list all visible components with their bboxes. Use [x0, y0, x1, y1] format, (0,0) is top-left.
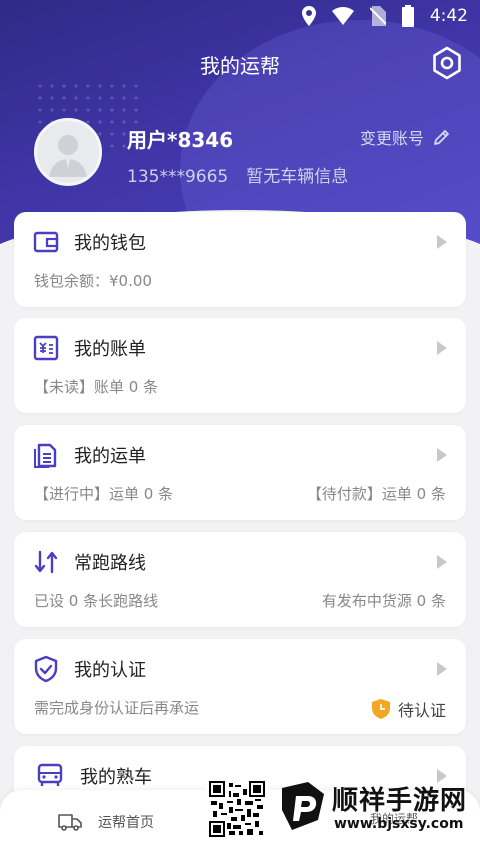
qr-code	[206, 778, 268, 840]
change-account-button[interactable]: 变更账号	[360, 125, 452, 149]
page-title: 我的运帮	[200, 54, 280, 78]
card-title: 我的熟车	[80, 767, 152, 788]
card-title: 我的钱包	[74, 233, 146, 254]
user-info: 135***9665 暂无车辆信息	[127, 162, 348, 187]
chevron-right-icon	[437, 341, 447, 355]
certification-status-label: 待认证	[397, 701, 446, 720]
chevron-right-icon	[437, 555, 447, 569]
card-certification[interactable]: 我的认证 需完成身份认证后再承运 待认证	[14, 639, 466, 734]
wifi-icon	[331, 7, 354, 25]
card-waybills[interactable]: 我的运单 【进行中】运单 0 条 【待付款】运单 0 条	[14, 425, 466, 520]
change-account-label: 变更账号	[359, 129, 424, 148]
truck-icon	[37, 763, 63, 786]
waybills-pending-payment[interactable]: 【待付款】运单 0 条	[307, 483, 446, 504]
nav-home-label: 运帮首页	[98, 815, 154, 831]
bill-icon	[33, 335, 59, 361]
certification-hint: 需完成身份认证后再承运	[34, 699, 200, 717]
watermark-logo-icon	[282, 782, 324, 830]
card-routes[interactable]: 常跑路线 已设 0 条长跑路线 有发布中货源 0 条	[14, 532, 466, 627]
card-wallet[interactable]: 我的钱包 钱包余额：¥0.00	[14, 212, 466, 307]
gear-icon[interactable]	[430, 46, 464, 80]
avatar[interactable]	[34, 118, 102, 186]
status-bar: 4:42	[0, 0, 480, 32]
card-title: 常跑路线	[74, 553, 146, 574]
card-bills[interactable]: 我的账单 【未读】账单 0 条	[14, 318, 466, 413]
watermark-title: 顺祥手游网	[332, 786, 468, 816]
route-icon	[34, 550, 58, 574]
chevron-right-icon	[437, 662, 447, 676]
watermark: 顺祥手游网 www.bjsxsy.com	[206, 776, 476, 842]
chevron-right-icon	[437, 448, 447, 462]
battery-icon	[401, 5, 414, 27]
certification-status: 待认证	[371, 697, 446, 721]
wallet-balance: 钱包余额：¥0.00	[34, 272, 152, 290]
wallet-icon	[33, 231, 59, 253]
status-time: 4:42	[429, 6, 468, 26]
nav-home[interactable]: 运帮首页	[58, 812, 154, 832]
location-icon	[301, 6, 316, 26]
shield-check-icon	[34, 655, 58, 683]
no-sim-icon	[369, 6, 386, 26]
pencil-icon	[434, 130, 449, 145]
long-routes-count: 已设 0 条长跑路线	[34, 592, 159, 610]
card-title: 我的运单	[74, 446, 146, 467]
card-title: 我的账单	[74, 339, 146, 360]
user-name: 用户*8346	[127, 128, 234, 152]
phone-number: 135***9665	[127, 167, 229, 187]
card-title: 我的认证	[74, 660, 146, 681]
published-cargo-count: 有发布中货源 0 条	[321, 592, 446, 610]
waybills-in-progress[interactable]: 【进行中】运单 0 条	[34, 483, 173, 504]
watermark-url: www.bjsxsy.com	[334, 816, 464, 832]
pending-shield-icon	[371, 699, 390, 719]
unread-bills: 【未读】账单 0 条	[34, 378, 159, 396]
user-avatar-icon	[49, 135, 87, 177]
truck-nav-icon	[58, 814, 82, 831]
waybill-icon	[34, 443, 57, 468]
chevron-right-icon	[437, 235, 447, 249]
vehicle-info: 暂无车辆信息	[246, 167, 349, 187]
